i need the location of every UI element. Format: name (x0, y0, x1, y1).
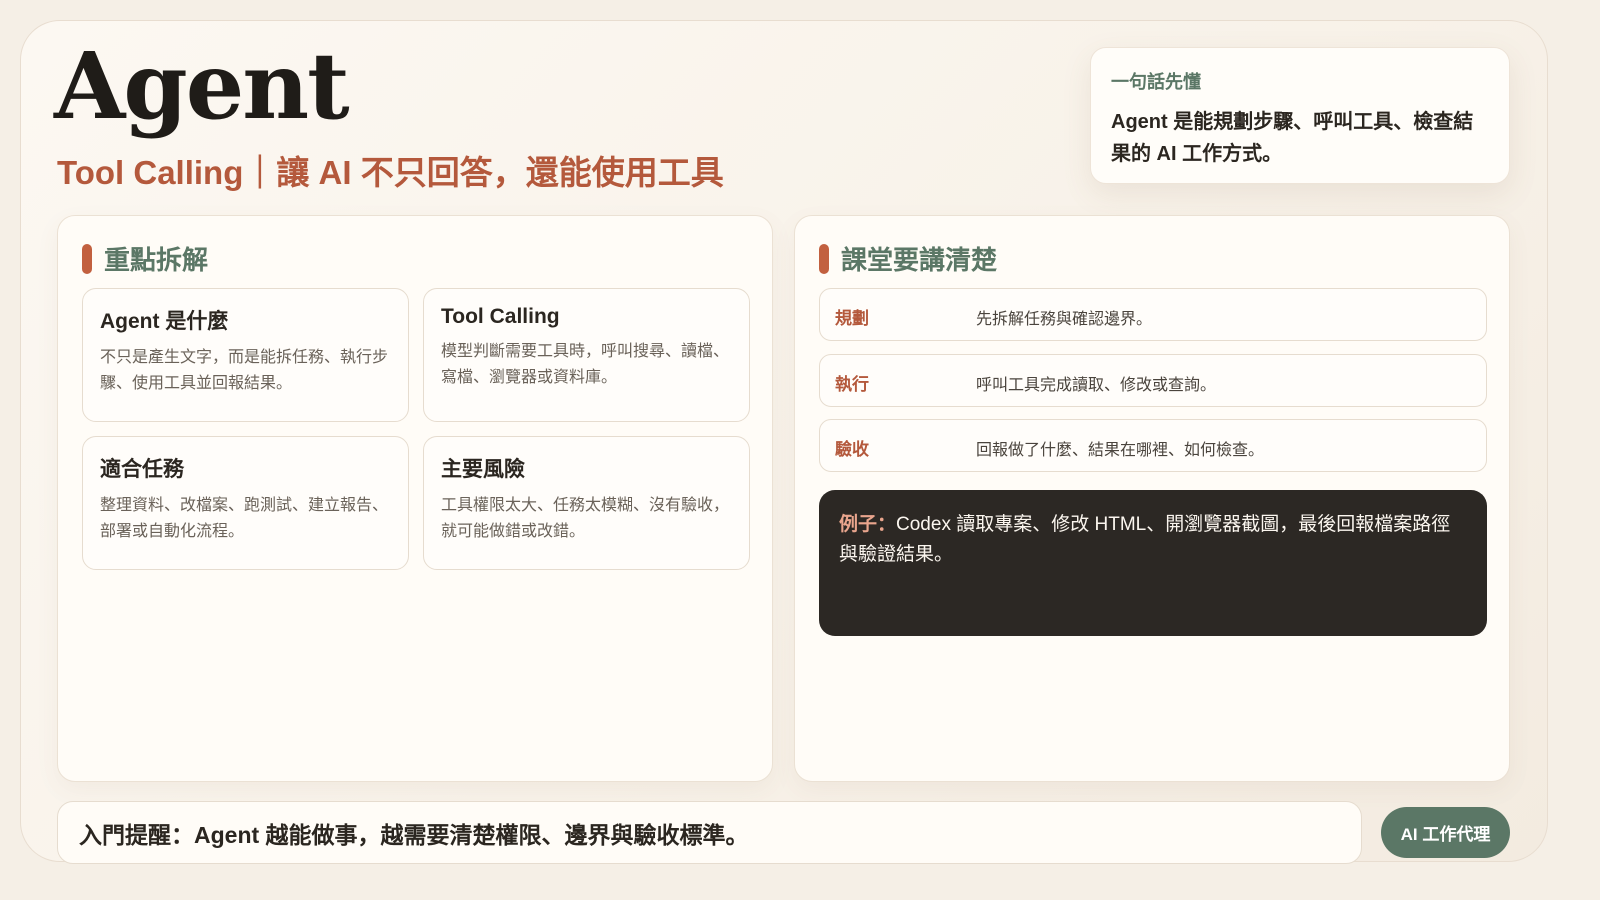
summary-card: 一句話先懂 Agent 是能規劃步驟、呼叫工具、檢查結果的 AI 工作方式。 (1090, 47, 1510, 184)
card-title: Agent 是什麼 (100, 310, 229, 333)
card-title: 適合任務 (100, 458, 184, 481)
card-main-risks: 主要風險 工具權限太大、任務太模糊、沒有驗收，就可能做錯或改錯。 (423, 436, 750, 570)
card-suitable-tasks: 適合任務 整理資料、改檔案、跑測試、建立報告、部署或自動化流程。 (82, 436, 409, 570)
heading-accent-bar (82, 243, 92, 274)
page-subtitle: Tool Calling｜讓 AI 不只回答，還能使用工具 (57, 154, 724, 191)
card-body: 不只是產生文字，而是能拆任務、執行步驟、使用工具並回報結果。 (100, 349, 389, 392)
card-body: 工具權限太大、任務太模糊、沒有驗收，就可能做錯或改錯。 (441, 497, 730, 540)
page-title: Agent (54, 32, 350, 140)
row-key: 規劃 (835, 309, 869, 328)
summary-text: Agent 是能規劃步驟、呼叫工具、檢查結果的 AI 工作方式。 (1111, 111, 1474, 165)
reminder-text: 入門提醒：Agent 越能做事，越需要清楚權限、邊界與驗收標準。 (79, 821, 749, 848)
row-key: 執行 (835, 375, 869, 394)
example-box: 例子：Codex 讀取專案、修改 HTML、開瀏覽器截圖，最後回報檔案路徑與驗證… (819, 490, 1487, 636)
card-body: 模型判斷需要工具時，呼叫搜尋、讀檔、寫檔、瀏覽器或資料庫。 (441, 343, 730, 386)
card-title: Tool Calling (441, 305, 560, 328)
key-points-heading: 重點拆解 (82, 240, 208, 277)
row-plan: 規劃 先拆解任務與確認邊界。 (819, 288, 1487, 341)
key-points-heading-text: 重點拆解 (104, 245, 209, 275)
row-execute: 執行 呼叫工具完成讀取、修改或查詢。 (819, 354, 1487, 407)
card-body: 整理資料、改檔案、跑測試、建立報告、部署或自動化流程。 (100, 497, 389, 540)
row-key: 驗收 (835, 440, 869, 459)
row-value: 先拆解任務與確認邊界。 (976, 311, 1153, 328)
class-explain-panel: 課堂要講清楚 規劃 先拆解任務與確認邊界。 執行 呼叫工具完成讀取、修改或查詢。… (794, 215, 1510, 782)
reminder-bar: 入門提醒：Agent 越能做事，越需要清楚權限、邊界與驗收標準。 (57, 801, 1362, 864)
summary-label: 一句話先懂 (1111, 72, 1201, 92)
card-title: 主要風險 (441, 458, 525, 481)
class-explain-heading-text: 課堂要講清楚 (841, 245, 998, 275)
card-tool-calling: Tool Calling 模型判斷需要工具時，呼叫搜尋、讀檔、寫檔、瀏覽器或資料… (423, 288, 750, 422)
example-label: 例子： (839, 514, 897, 535)
row-value: 呼叫工具完成讀取、修改或查詢。 (976, 377, 1217, 394)
row-value: 回報做了什麼、結果在哪裡、如何檢查。 (976, 442, 1265, 459)
card-what-is-agent: Agent 是什麼 不只是產生文字，而是能拆任務、執行步驟、使用工具並回報結果。 (82, 288, 409, 422)
topic-tag: AI 工作代理 (1381, 807, 1510, 858)
row-accept: 驗收 回報做了什麼、結果在哪裡、如何檢查。 (819, 419, 1487, 472)
example-text: Codex 讀取專案、修改 HTML、開瀏覽器截圖，最後回報檔案路徑與驗證結果。 (839, 514, 1451, 565)
key-points-panel: 重點拆解 Agent 是什麼 不只是產生文字，而是能拆任務、執行步驟、使用工具並… (57, 215, 773, 782)
heading-accent-bar (819, 243, 829, 274)
class-explain-heading: 課堂要講清楚 (819, 240, 997, 277)
